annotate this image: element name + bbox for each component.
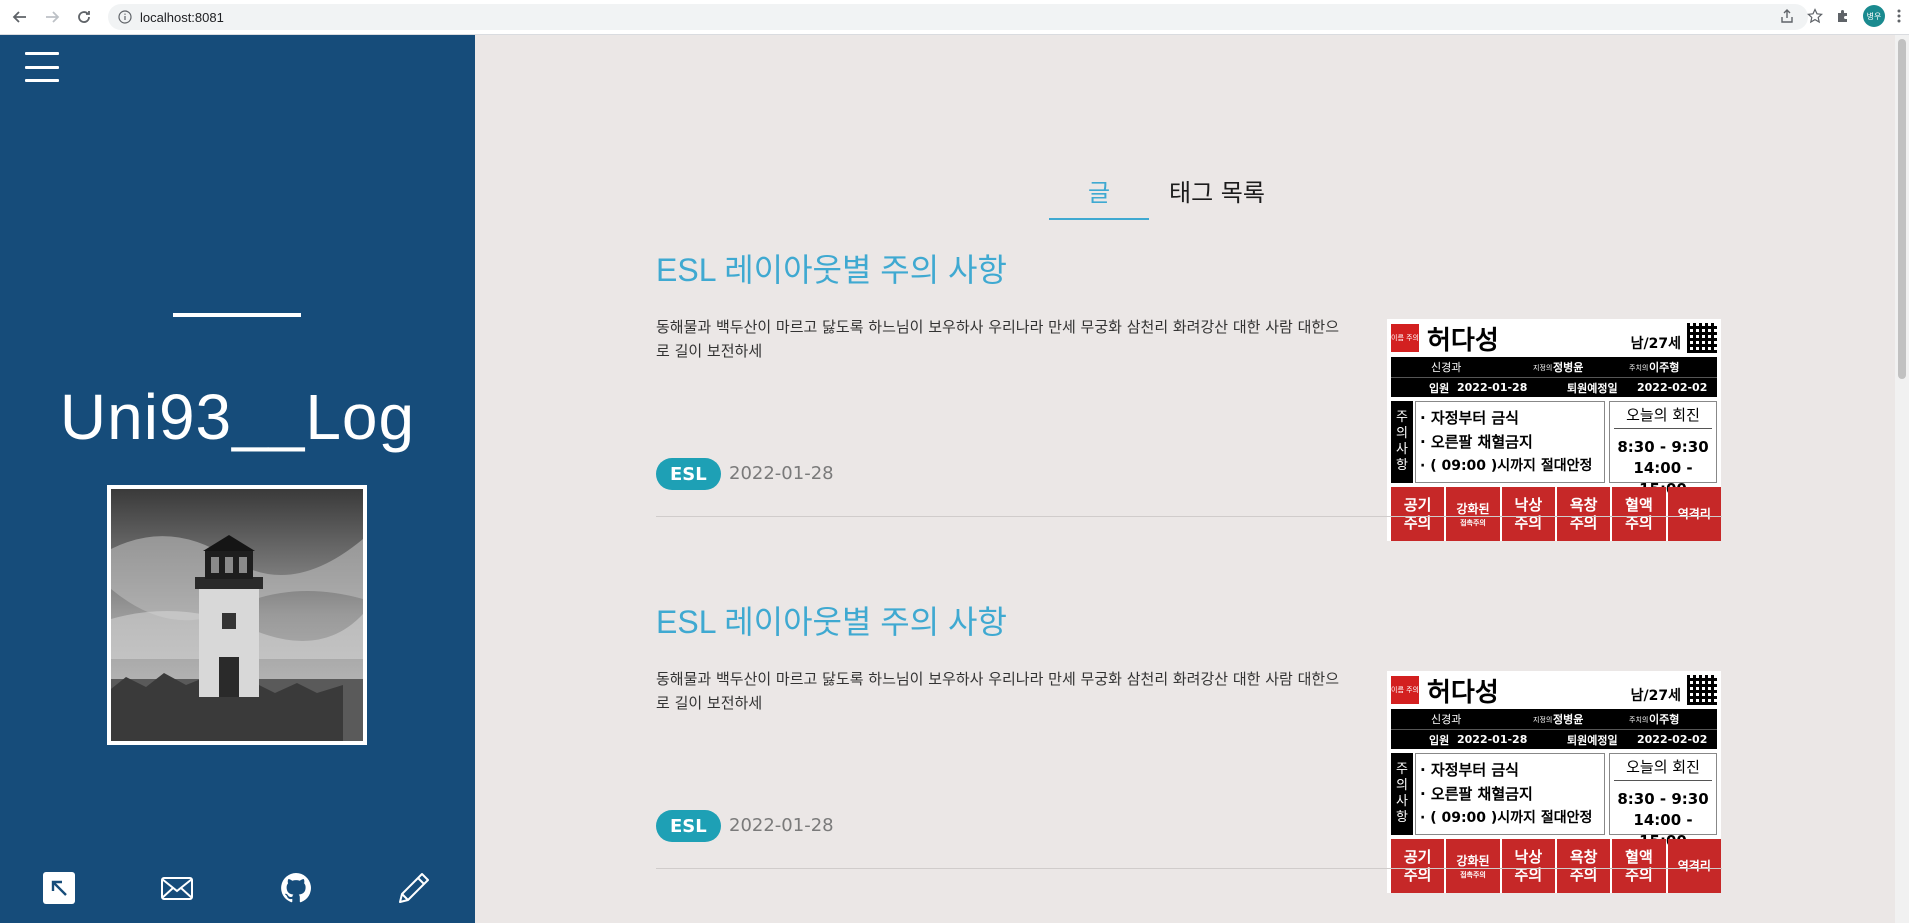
patient-name: 허다성 [1427, 677, 1499, 708]
bookmark-star-icon[interactable] [1807, 8, 1823, 24]
post-title[interactable]: ESL 레이아웃별 주의 사항 [656, 597, 1722, 643]
forward-arrow-icon [46, 11, 60, 23]
github-link[interactable] [278, 870, 314, 906]
email-link[interactable] [159, 870, 195, 906]
admit-label: 입원 [1429, 381, 1450, 395]
nurse: 이주형 [1649, 713, 1680, 726]
discharge-label: 퇴원예정일 [1567, 733, 1618, 747]
post-tag-badge[interactable]: ESL [656, 458, 721, 490]
post-date: 2022-01-28 [729, 815, 834, 836]
today-rounds: 오늘의 회진 8:30 - 9:3014:00 - 15:00 [1609, 753, 1717, 850]
warning-badge: 강화된 접촉주의 [1446, 839, 1500, 893]
url-text: localhost:8081 [140, 9, 224, 25]
tab-tag-list[interactable]: 태그 목록 [1149, 173, 1289, 220]
post-card[interactable]: ESL 레이아웃별 주의 사항 동해물과 백두산이 마르고 닳도록 하느님이 보… [656, 597, 1722, 893]
patient-age: 남/27세 [1630, 336, 1681, 352]
extensions-puzzle-icon[interactable] [1835, 8, 1851, 24]
profile-photo [107, 485, 367, 745]
dept: 신경과 [1431, 361, 1462, 374]
post-excerpt: 동해물과 백두산이 마르고 닳도록 하느님이 보우하사 우리나라 만세 무궁화 … [656, 318, 1339, 360]
qr-code-icon [1687, 323, 1717, 353]
nurse-label: 주치의 [1629, 364, 1649, 372]
patient-info: 신경과 지정의 정병윤 주치의 이주형 입원 2022-01-28 퇴원예정일 … [1391, 709, 1717, 749]
menu-kebab-icon[interactable] [1897, 8, 1901, 24]
warning-badge: 공기 주의 [1391, 487, 1445, 541]
post-tabs: 글 태그 목록 [1049, 173, 1289, 220]
warning-badge: 혈액 주의 [1612, 839, 1666, 893]
warning-badges: 공기 주의 강화된 접촉주의 낙상 주의 욕창 주의 혈액 주의 역격리 [1391, 839, 1721, 893]
back-button[interactable] [8, 5, 32, 29]
browser-actions: 병우 [1779, 5, 1901, 27]
doctor: 정병윤 [1553, 361, 1584, 374]
sidebar: Uni93__Log [0, 35, 475, 923]
address-bar[interactable]: localhost:8081 [108, 4, 1808, 30]
forward-button[interactable] [40, 5, 64, 29]
warning-badge: 강화된 접촉주의 [1446, 487, 1500, 541]
post-date: 2022-01-28 [729, 463, 834, 484]
scroll-top-button[interactable] [41, 870, 77, 906]
warning-badge: 혈액 주의 [1612, 487, 1666, 541]
caution-label: 주의사항 [1391, 401, 1413, 483]
qr-code-icon [1687, 675, 1717, 705]
github-icon [281, 873, 311, 903]
caution-rules: · 자정부터 금식 · 오른팔 채혈금지 · ( 09:00 )시까지 절대안정 [1415, 753, 1605, 835]
warning-badge: 욕창 주의 [1556, 839, 1611, 893]
name-caution-label: 이름 주의 [1391, 324, 1419, 352]
doctor: 정병윤 [1553, 713, 1584, 726]
warning-badge: 낙상 주의 [1501, 487, 1555, 541]
post-divider [656, 516, 1722, 517]
caution-rules: · 자정부터 금식 · 오른팔 채혈금지 · ( 09:00 )시까지 절대안정 [1415, 401, 1605, 483]
post-excerpt: 동해물과 백두산이 마르고 닳도록 하느님이 보우하사 우리나라 만세 무궁화 … [656, 670, 1339, 712]
doctor-label: 지정의 [1533, 364, 1553, 372]
warning-badge: 역격리 [1667, 487, 1721, 541]
post-title[interactable]: ESL 레이아웃별 주의 사항 [656, 245, 1722, 291]
admit-date: 2022-01-28 [1457, 733, 1528, 746]
sidebar-social-links [0, 870, 475, 910]
admit-label: 입원 [1429, 733, 1450, 747]
blog-title: Uni93__Log [59, 381, 416, 453]
doctor-label: 지정의 [1533, 716, 1553, 724]
scrollbar-thumb[interactable] [1898, 39, 1906, 379]
discharge-label: 퇴원예정일 [1567, 381, 1618, 395]
page-scrollbar[interactable] [1895, 35, 1909, 923]
nurse-label: 주치의 [1629, 716, 1649, 724]
post-thumbnail[interactable]: 이름 주의 허다성 남/27세 신경과 지정의 정병윤 주치의 이주형 입원 2… [1387, 671, 1721, 893]
profile-avatar[interactable]: 병우 [1863, 5, 1885, 27]
tab-posts[interactable]: 글 [1049, 173, 1149, 220]
main-content: 글 태그 목록 ESL 레이아웃별 주의 사항 동해물과 백두산이 마르고 닳도… [475, 35, 1909, 923]
post-card[interactable]: ESL 레이아웃별 주의 사항 동해물과 백두산이 마르고 닳도록 하느님이 보… [656, 245, 1722, 541]
today-rounds: 오늘의 회진 8:30 - 9:3014:00 - 15:00 [1609, 401, 1717, 498]
info-icon[interactable] [118, 10, 132, 24]
warning-badges: 공기 주의 강화된 접촉주의 낙상 주의 욕창 주의 혈액 주의 역격리 [1391, 487, 1721, 541]
arrow-up-left-icon [43, 872, 75, 904]
sidebar-divider [173, 313, 301, 317]
discharge-date: 2022-02-02 [1637, 733, 1708, 746]
admit-date: 2022-01-28 [1457, 381, 1528, 394]
write-post-link[interactable] [396, 870, 432, 906]
lighthouse-image [111, 489, 363, 741]
reload-icon [78, 11, 90, 23]
patient-name: 허다성 [1427, 325, 1499, 356]
caution-label: 주의사항 [1391, 753, 1413, 835]
dept: 신경과 [1431, 713, 1462, 726]
post-tag-badge[interactable]: ESL [656, 810, 721, 842]
browser-toolbar: localhost:8081 병우 [0, 0, 1909, 35]
patient-info: 신경과 지정의 정병윤 주치의 이주형 입원 2022-01-28 퇴원예정일 … [1391, 357, 1717, 397]
warning-badge: 공기 주의 [1391, 839, 1445, 893]
nurse: 이주형 [1649, 361, 1680, 374]
warning-badge: 욕창 주의 [1556, 487, 1611, 541]
name-caution-label: 이름 주의 [1391, 676, 1419, 704]
pencil-icon [399, 873, 429, 903]
discharge-date: 2022-02-02 [1637, 381, 1708, 394]
mail-icon [161, 877, 193, 900]
warning-badge: 낙상 주의 [1501, 839, 1555, 893]
back-arrow-icon [12, 11, 26, 23]
reload-button[interactable] [72, 5, 96, 29]
post-divider [656, 868, 1722, 869]
patient-age: 남/27세 [1630, 688, 1681, 704]
post-thumbnail[interactable]: 이름 주의 허다성 남/27세 신경과 지정의 정병윤 주치의 이주형 입원 2… [1387, 319, 1721, 541]
hamburger-menu-icon[interactable] [25, 52, 59, 82]
warning-badge: 역격리 [1667, 839, 1721, 893]
share-icon[interactable] [1779, 8, 1795, 24]
